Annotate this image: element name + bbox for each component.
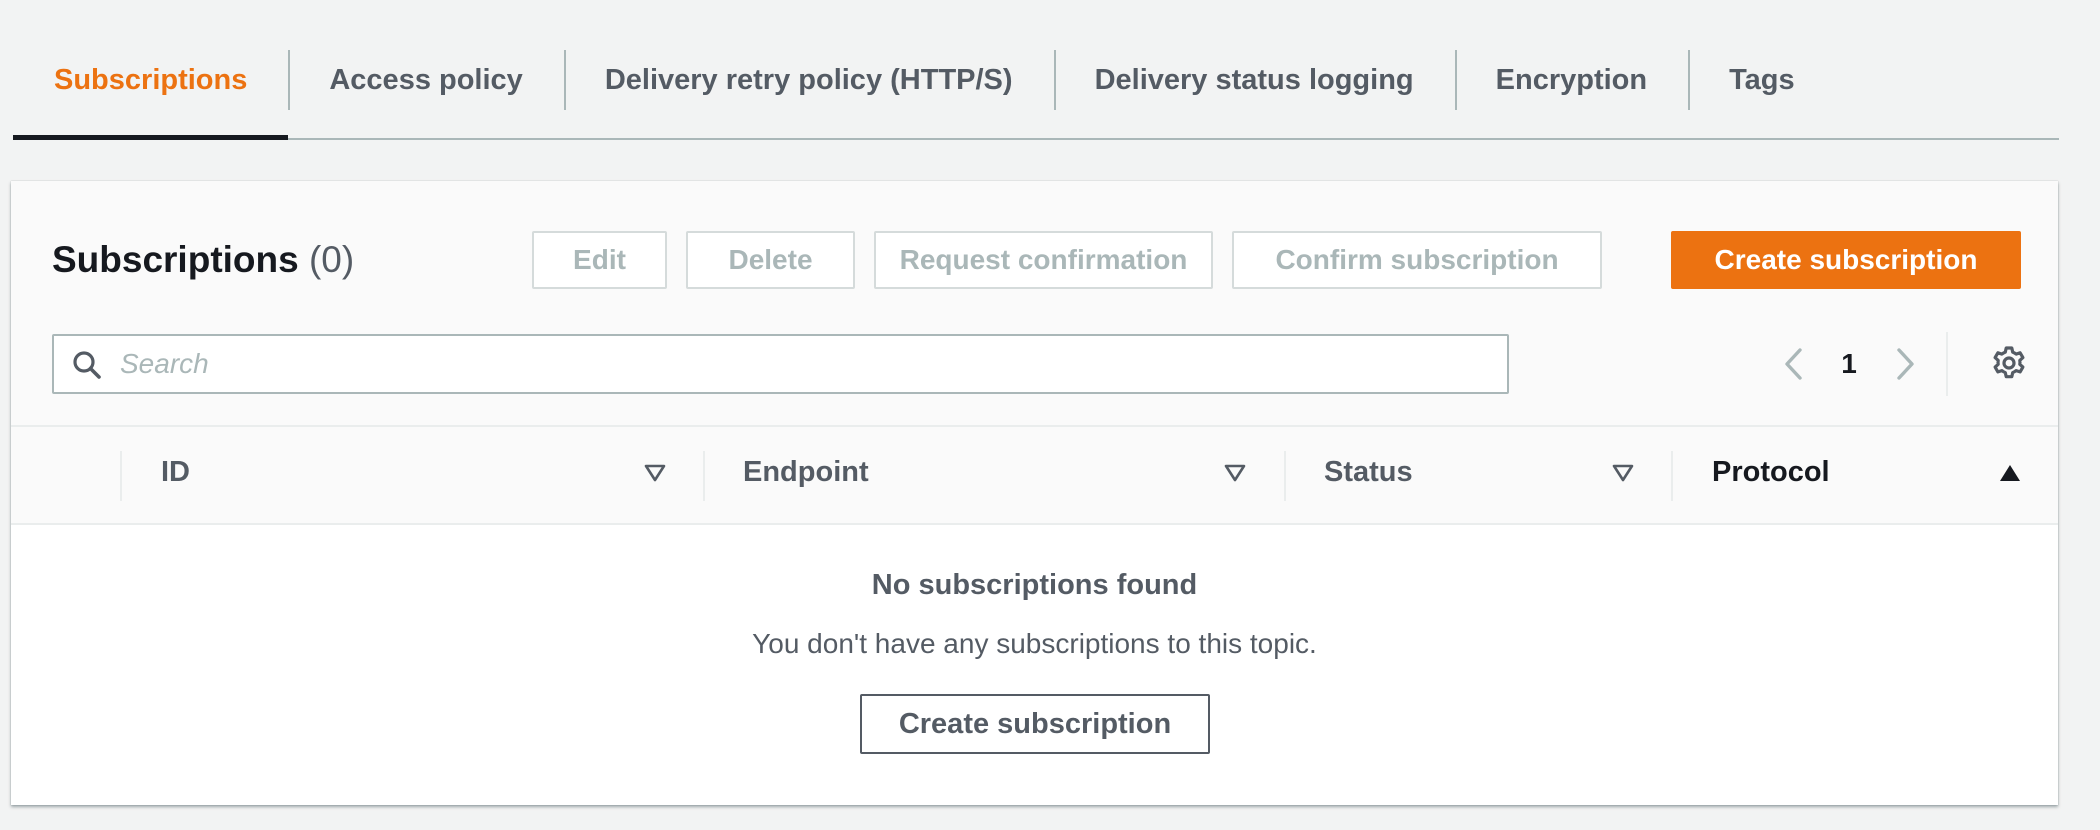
gear-icon: [1993, 346, 2025, 379]
tab-tags[interactable]: Tags: [1688, 48, 1836, 112]
column-header-protocol[interactable]: Protocol: [1712, 456, 1830, 489]
tab-subscriptions[interactable]: Subscriptions: [13, 48, 289, 140]
subscriptions-panel: Subscriptions (0) Edit Delete Request co…: [11, 181, 2058, 805]
column-header-status[interactable]: Status: [1324, 456, 1413, 489]
current-page-number[interactable]: 1: [1829, 343, 1869, 385]
create-subscription-button[interactable]: Create subscription: [1671, 231, 2021, 289]
subscription-count: (0): [308, 239, 355, 280]
delete-button[interactable]: Delete: [686, 231, 855, 289]
search-icon: [73, 351, 101, 379]
empty-state-description: You don't have any subscriptions to this…: [752, 628, 1317, 659]
table-header: ID Endpoint Status Protocol: [11, 427, 2058, 525]
tab-encryption[interactable]: Encryption: [1454, 48, 1688, 112]
column-divider: [1284, 451, 1286, 501]
column-divider: [1671, 451, 1673, 501]
column-header-endpoint[interactable]: Endpoint: [743, 456, 869, 489]
empty-state-create-subscription-button[interactable]: Create subscription: [860, 694, 1210, 754]
panel-title-text: Subscriptions: [52, 239, 299, 280]
tab-delivery-status-logging[interactable]: Delivery status logging: [1053, 48, 1455, 112]
search-input[interactable]: [120, 342, 1480, 386]
chevron-left-icon: [1785, 348, 1802, 380]
tab-access-policy[interactable]: Access policy: [288, 48, 563, 112]
sort-ascending-icon[interactable]: [1999, 464, 2021, 482]
panel-header: Subscriptions (0) Edit Delete Request co…: [11, 181, 2058, 427]
panel-title: Subscriptions (0): [52, 239, 354, 281]
request-confirmation-button[interactable]: Request confirmation: [874, 231, 1213, 289]
sort-icon[interactable]: [1224, 464, 1246, 482]
previous-page-button[interactable]: [1773, 343, 1813, 385]
column-divider: [703, 451, 705, 501]
chevron-right-icon: [1897, 348, 1914, 380]
tab-bar: Subscriptions Access policy Delivery ret…: [13, 48, 2059, 140]
column-header-id[interactable]: ID: [161, 456, 190, 489]
sort-icon[interactable]: [1612, 464, 1634, 482]
pager-divider: [1946, 332, 1948, 396]
edit-button[interactable]: Edit: [532, 231, 667, 289]
next-page-button[interactable]: [1886, 343, 1926, 385]
search-box[interactable]: [52, 334, 1509, 394]
column-divider: [120, 451, 122, 501]
preferences-button[interactable]: [1987, 341, 2031, 385]
tab-delivery-retry-policy[interactable]: Delivery retry policy (HTTP/S): [563, 48, 1054, 112]
sort-icon[interactable]: [644, 464, 666, 482]
empty-state-title: No subscriptions found: [871, 569, 1198, 601]
confirm-subscription-button[interactable]: Confirm subscription: [1232, 231, 1602, 289]
